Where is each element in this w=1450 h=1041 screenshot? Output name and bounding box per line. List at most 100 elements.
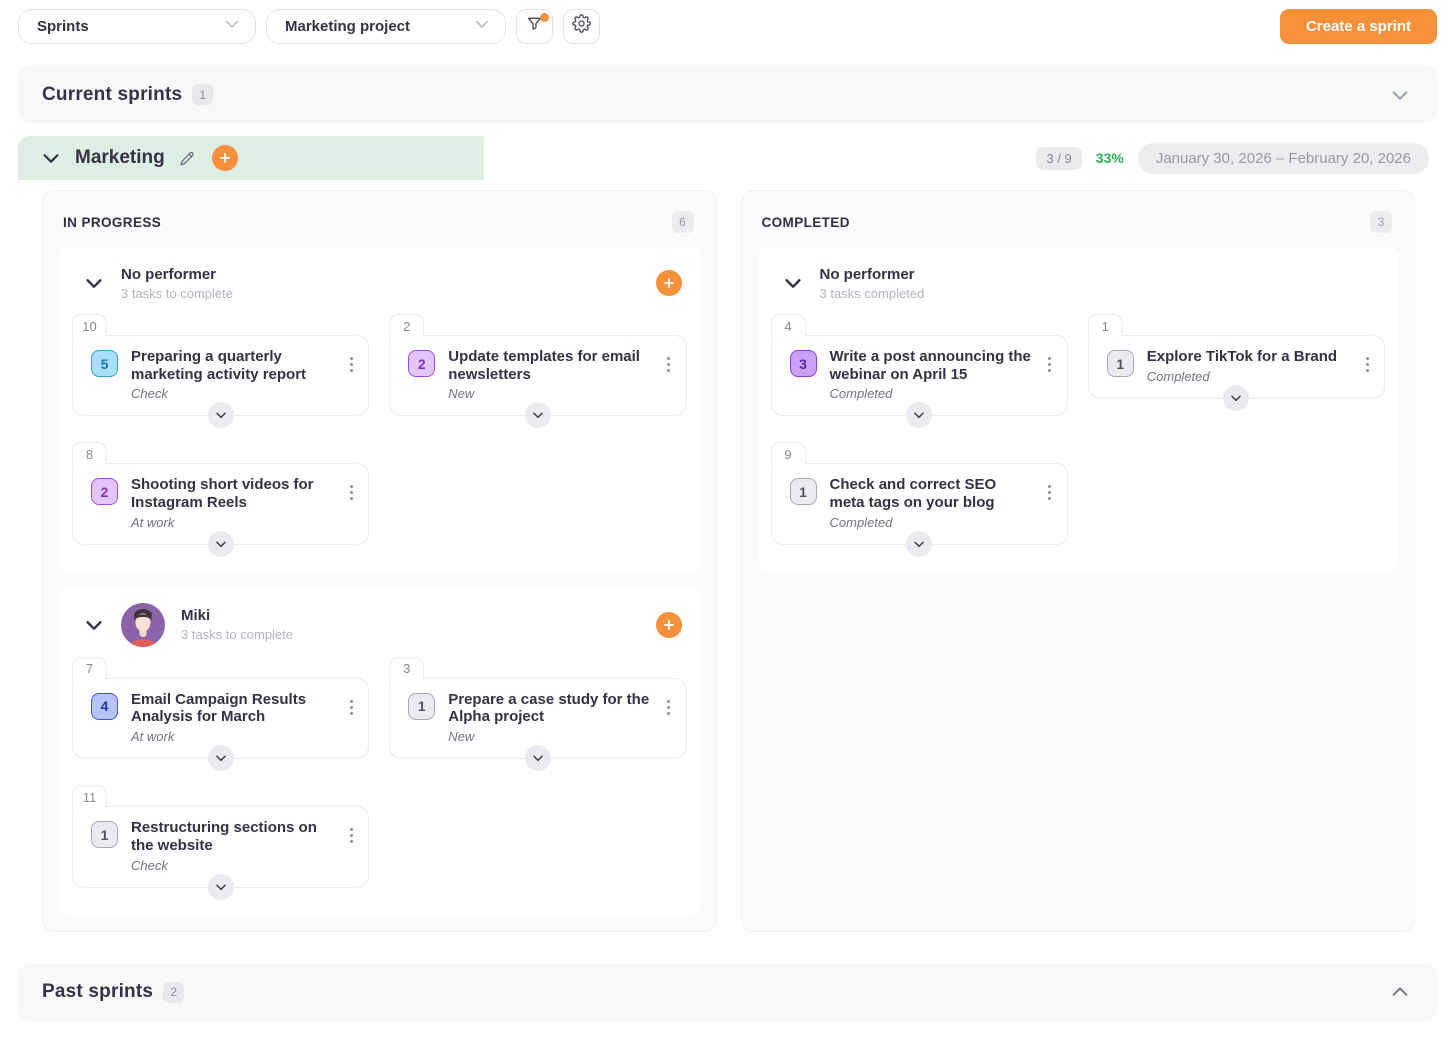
- task-card[interactable]: 91Check and correct SEO meta tags on you…: [771, 463, 1068, 544]
- task-card[interactable]: 74Email Campaign Results Analysis for Ma…: [72, 678, 369, 759]
- task-points-badge: 2: [91, 478, 118, 505]
- add-task-button[interactable]: [656, 612, 682, 638]
- chevron-down-icon: [473, 15, 491, 38]
- task-main: Email Campaign Results Analysis for Marc…: [131, 691, 342, 744]
- task-card[interactable]: 31Prepare a case study for the Alpha pro…: [389, 678, 686, 759]
- task-slot: 74Email Campaign Results Analysis for Ma…: [72, 656, 369, 772]
- expand-task-icon[interactable]: [525, 745, 551, 771]
- task-card[interactable]: 11Explore TikTok for a BrandCompleted: [1088, 335, 1385, 399]
- settings-icon: [572, 14, 591, 38]
- task-card[interactable]: 22Update templates for email newsletters…: [389, 335, 686, 416]
- sprint-progress-percent: 33%: [1096, 150, 1124, 166]
- task-points-badge: 3: [790, 350, 817, 377]
- filter-notification-dot: [540, 13, 549, 22]
- performer-name: No performer: [121, 266, 233, 283]
- performer-group: Miki 3 tasks to complete 74Email Campaign …: [59, 588, 700, 915]
- task-menu-icon[interactable]: [660, 699, 678, 715]
- task-title: Preparing a quarterly marketing activity…: [131, 348, 336, 383]
- add-task-button[interactable]: [212, 145, 238, 171]
- performer-task-summary: 3 tasks completed: [820, 286, 925, 301]
- task-slot: 31Prepare a case study for the Alpha pro…: [389, 656, 686, 772]
- filter-button[interactable]: [516, 9, 553, 44]
- task-points-badge: 1: [1107, 350, 1134, 377]
- task-menu-icon[interactable]: [342, 484, 360, 500]
- task-number-tab: 8: [72, 442, 107, 465]
- edit-icon[interactable]: [178, 149, 197, 168]
- task-menu-icon[interactable]: [1041, 484, 1059, 500]
- sprint-board: IN PROGRESS6No performer3 tasks to compl…: [18, 180, 1437, 932]
- task-points-badge: 1: [91, 821, 118, 848]
- expand-task-icon[interactable]: [1223, 385, 1249, 411]
- view-select[interactable]: Sprints: [18, 9, 256, 44]
- task-menu-icon[interactable]: [1358, 356, 1376, 372]
- expand-task-icon[interactable]: [525, 402, 551, 428]
- performer-info: No performer3 tasks completed: [820, 266, 925, 301]
- settings-button[interactable]: [563, 9, 600, 44]
- task-slot: 8 2 Shooting short videos for Instagram Re…: [72, 441, 369, 557]
- expand-task-icon[interactable]: [208, 745, 234, 771]
- top-toolbar: Sprints Marketing project Create a sprin…: [18, 8, 1437, 44]
- sprint-date-range: January 30, 2026 – February 20, 2026: [1138, 143, 1429, 174]
- task-points-badge: 5: [91, 350, 118, 377]
- task-menu-icon[interactable]: [342, 699, 360, 715]
- sprint-card-marketing: Marketing 3 / 9 33% January 30, 2026 – F…: [18, 136, 1437, 932]
- performer-info: No performer3 tasks to complete: [121, 266, 233, 301]
- sprint-header: Marketing 3 / 9 33% January 30, 2026 – F…: [18, 136, 1437, 180]
- create-sprint-button[interactable]: Create a sprint: [1280, 9, 1437, 44]
- task-grid: 105Preparing a quarterly marketing activ…: [59, 313, 700, 572]
- task-slot: 105Preparing a quarterly marketing activ…: [72, 313, 369, 429]
- column-count-badge: 3: [1370, 211, 1392, 233]
- performer-group: No performer3 tasks to complete 105Prepar…: [59, 247, 700, 572]
- expand-task-icon[interactable]: [906, 531, 932, 557]
- task-main: Write a post announcing the webinar on A…: [830, 348, 1041, 401]
- task-title: Check and correct SEO meta tags on your …: [830, 476, 1035, 511]
- add-task-button[interactable]: [656, 270, 682, 296]
- task-slot: 43Write a post announcing the webinar on…: [771, 313, 1068, 429]
- task-slot: 111Restructuring sections on the website…: [72, 784, 369, 900]
- task-card[interactable]: 105Preparing a quarterly marketing activ…: [72, 335, 369, 416]
- task-title: Shooting short videos for Instagram Reel…: [131, 476, 336, 511]
- task-slot: 9 1 Check and correct SEO meta tags on you…: [771, 441, 1068, 557]
- board-column-in-progress: IN PROGRESS6No performer3 tasks to compl…: [42, 190, 717, 932]
- expand-task-icon[interactable]: [906, 402, 932, 428]
- collapse-group-icon[interactable]: [83, 614, 105, 636]
- avatar: [121, 603, 165, 647]
- task-card[interactable]: 43Write a post announcing the webinar on…: [771, 335, 1068, 416]
- chevron-down-icon[interactable]: [1389, 84, 1411, 106]
- task-slot: 22Update templates for email newsletters…: [389, 313, 686, 429]
- task-menu-icon[interactable]: [1041, 356, 1059, 372]
- sprint-progress-cluster: 3 / 9 33% January 30, 2026 – February 20…: [1036, 143, 1437, 174]
- task-number-tab: 9: [771, 442, 806, 465]
- task-title: Restructuring sections on the website: [131, 819, 336, 854]
- collapse-group-icon[interactable]: [83, 272, 105, 294]
- task-menu-icon[interactable]: [342, 356, 360, 372]
- collapse-group-icon[interactable]: [782, 272, 804, 294]
- task-main: Prepare a case study for the Alpha proje…: [448, 691, 659, 744]
- expand-task-icon[interactable]: [208, 402, 234, 428]
- sprint-header-left: Marketing: [18, 136, 484, 180]
- section-title: Past sprints: [42, 981, 153, 1003]
- performer-name: Miki: [181, 607, 293, 624]
- chevron-up-icon[interactable]: [1389, 981, 1411, 1003]
- expand-task-icon[interactable]: [208, 531, 234, 557]
- expand-task-icon[interactable]: [208, 874, 234, 900]
- task-menu-icon[interactable]: [342, 827, 360, 843]
- performer-group-header[interactable]: No performer3 tasks completed: [758, 247, 1399, 313]
- task-menu-icon[interactable]: [660, 356, 678, 372]
- task-main: Preparing a quarterly marketing activity…: [131, 348, 342, 401]
- performer-group-header[interactable]: No performer3 tasks to complete: [59, 247, 700, 313]
- current-sprints-section[interactable]: Current sprints 1: [18, 66, 1437, 123]
- project-select[interactable]: Marketing project: [266, 9, 506, 44]
- past-sprints-section[interactable]: Past sprints 2: [18, 964, 1437, 1021]
- performer-group-header[interactable]: Miki 3 tasks to complete: [59, 588, 700, 656]
- performer-task-summary: 3 tasks to complete: [181, 627, 293, 642]
- task-main: Shooting short videos for Instagram Reel…: [131, 476, 342, 529]
- performer-info: Miki 3 tasks to complete: [181, 607, 293, 642]
- task-points-badge: 1: [790, 478, 817, 505]
- task-number-tab: 3: [389, 657, 424, 680]
- task-main: Update templates for email newslettersNe…: [448, 348, 659, 401]
- task-card[interactable]: 111Restructuring sections on the website…: [72, 806, 369, 887]
- task-main: Explore TikTok for a BrandCompleted: [1147, 348, 1358, 384]
- collapse-sprint-icon[interactable]: [40, 147, 62, 169]
- task-card[interactable]: 82Shooting short videos for Instagram Re…: [72, 463, 369, 544]
